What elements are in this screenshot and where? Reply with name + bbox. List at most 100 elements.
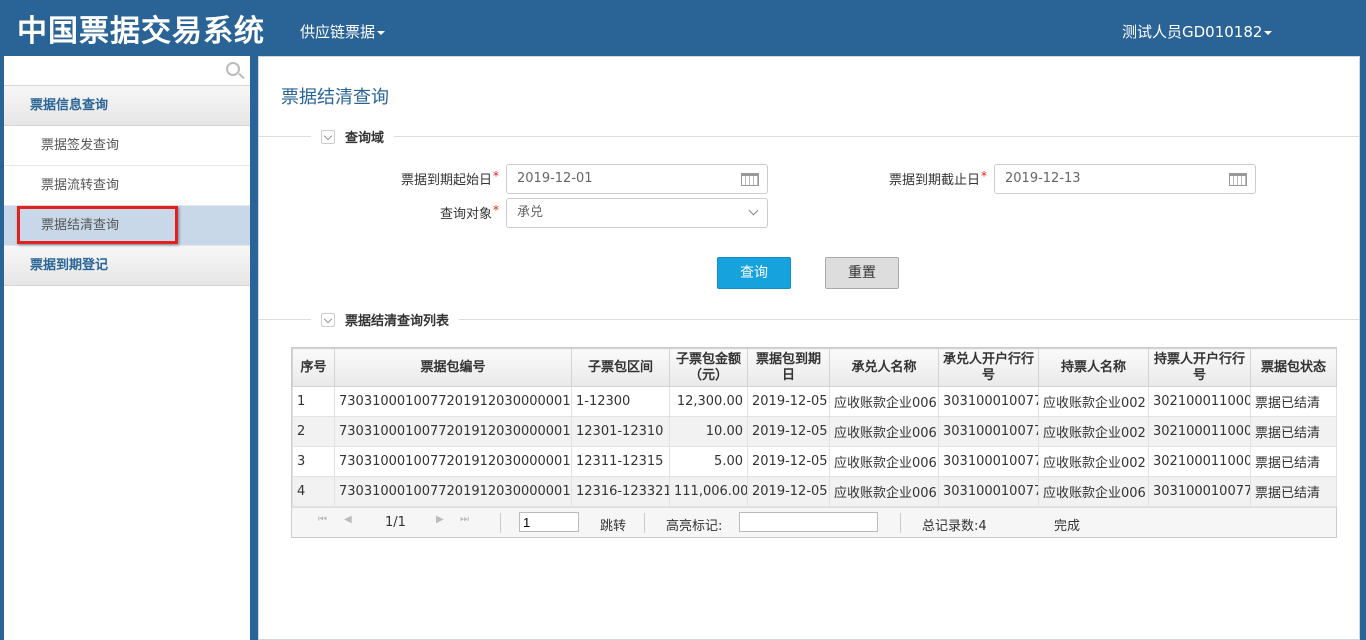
- table-cell: 302100011000: [1148, 446, 1251, 477]
- sidebar: 票据信息查询 票据签发查询 票据流转查询 票据结清查询 票据到期登记: [4, 56, 252, 640]
- start-date-field[interactable]: 2019-12-01: [506, 164, 768, 194]
- table-cell: 7303100010077201912030000001068: [334, 386, 572, 417]
- table-header-row: 序号 票据包编号 子票包区间 子票包金额（元） 票据包到期日 承兑人名称 承兑人…: [292, 348, 1337, 387]
- table-cell: 2: [292, 416, 335, 447]
- user-menu[interactable]: 测试人员GD010182: [1122, 21, 1273, 42]
- table-row[interactable]: 1 7303100010077201912030000001068 1-12300 1…: [292, 386, 1337, 417]
- result-table: 序号 票据包编号 子票包区间 子票包金额（元） 票据包到期日 承兑人名称 承兑人…: [292, 348, 1337, 507]
- table-cell: 7303100010077201912030000001068: [334, 476, 572, 507]
- calendar-icon[interactable]: [741, 173, 759, 186]
- sidebar-item-issue-query[interactable]: 票据签发查询: [4, 126, 250, 166]
- user-name: 测试人员GD010182: [1122, 23, 1263, 41]
- col-header[interactable]: 承兑人名称: [829, 348, 939, 387]
- table-cell: 303100010077: [938, 476, 1039, 507]
- table-cell: 2019-12-05: [747, 386, 830, 417]
- top-header: 中国票据交易系统 供应链票据 测试人员GD010182: [0, 0, 1366, 56]
- col-header[interactable]: 票据包编号: [334, 348, 572, 387]
- table-cell: 12311-12315: [571, 446, 670, 477]
- table-cell: 票据已结清: [1250, 416, 1337, 447]
- table-row[interactable]: 4 7303100010077201912030000001068 12316-12…: [292, 476, 1337, 507]
- table-cell: 应收账款企业002: [1038, 416, 1149, 447]
- query-button[interactable]: 查询: [717, 257, 791, 289]
- table-cell: 应收账款企业002: [1038, 386, 1149, 417]
- col-header[interactable]: 持票人名称: [1038, 348, 1149, 387]
- caret-down-icon: [377, 30, 386, 35]
- divider: [500, 513, 501, 533]
- highlight-input[interactable]: [739, 512, 878, 532]
- table-cell: 303100010077: [938, 386, 1039, 417]
- sidebar-search-input[interactable]: [4, 56, 250, 85]
- col-header[interactable]: 票据包到期日: [747, 348, 830, 387]
- app-title: 中国票据交易系统: [17, 14, 265, 49]
- col-header[interactable]: 子票包金额（元）: [669, 348, 748, 387]
- page-jump-input[interactable]: [519, 512, 579, 532]
- chevron-down-icon: [748, 205, 759, 216]
- jump-button[interactable]: 跳转: [600, 515, 626, 534]
- table-cell: 302100011000: [1148, 416, 1251, 447]
- highlight-label: 高亮标记:: [666, 519, 723, 534]
- list-section-header[interactable]: 票据结清查询列表: [311, 310, 460, 329]
- table-cell: 应收账款企业006: [829, 476, 939, 507]
- page-indicator: 1/1: [385, 515, 406, 530]
- start-date-value: 2019-12-01: [517, 171, 593, 186]
- sidebar-group-bill-info[interactable]: 票据信息查询: [4, 86, 250, 126]
- col-header[interactable]: 票据包状态: [1250, 348, 1337, 387]
- red-highlight-box: [17, 206, 178, 244]
- divider: [644, 513, 645, 533]
- chevron-down-icon: [321, 313, 335, 327]
- query-target-select[interactable]: 承兑: [506, 198, 768, 228]
- supply-chain-menu[interactable]: 供应链票据: [300, 21, 386, 42]
- table-cell: 应收账款企业006: [829, 446, 939, 477]
- table-cell: 1-12300: [571, 386, 670, 417]
- divider: [900, 513, 901, 533]
- sidebar-group-maturity-register[interactable]: 票据到期登记: [4, 246, 250, 286]
- sidebar-item-transfer-query[interactable]: 票据流转查询: [4, 166, 250, 206]
- table-cell: 应收账款企业006: [1038, 476, 1149, 507]
- table-cell: 7303100010077201912030000001068: [334, 416, 572, 447]
- caret-down-icon: [1264, 30, 1273, 35]
- next-page-icon[interactable]: ▶: [436, 515, 444, 525]
- sidebar-item-settle-query[interactable]: 票据结清查询: [4, 206, 250, 246]
- supply-chain-menu-label: 供应链票据: [300, 23, 376, 41]
- last-page-icon[interactable]: ⏭: [460, 515, 469, 525]
- col-header[interactable]: 承兑人开户行行号: [938, 348, 1039, 387]
- col-header[interactable]: 子票包区间: [571, 348, 670, 387]
- calendar-icon[interactable]: [1229, 173, 1247, 186]
- main-panel: 票据结清查询 查询域 票据到期起始日* 2019-12-01 票据到期截止日* …: [258, 56, 1360, 640]
- start-date-label: 票据到期起始日*: [379, 169, 499, 188]
- end-date-field[interactable]: 2019-12-13: [994, 164, 1256, 194]
- table-cell: 5.00: [669, 446, 748, 477]
- required-mark: *: [493, 203, 499, 217]
- table-cell: 1: [292, 386, 335, 417]
- first-page-icon[interactable]: ⏮: [318, 515, 327, 525]
- table-row[interactable]: 3 7303100010077201912030000001068 12311-12…: [292, 446, 1337, 477]
- list-section-label: 票据结清查询列表: [345, 314, 450, 329]
- query-target-value: 承兑: [517, 205, 544, 220]
- total-records: 总记录数:4: [922, 519, 987, 534]
- required-mark: *: [981, 169, 987, 183]
- table-cell: 票据已结清: [1250, 446, 1337, 477]
- reset-button[interactable]: 重置: [825, 257, 899, 289]
- status-text: 完成: [1054, 519, 1081, 534]
- col-header[interactable]: 序号: [292, 348, 335, 387]
- table-cell: 应收账款企业006: [829, 416, 939, 447]
- table-cell: 111,006.00: [669, 476, 748, 507]
- end-date-value: 2019-12-13: [1005, 171, 1081, 186]
- divider: [259, 136, 1359, 137]
- table-cell: 303100010077: [938, 416, 1039, 447]
- query-section-header[interactable]: 查询域: [311, 127, 395, 146]
- table-cell: 12301-12310: [571, 416, 670, 447]
- table-cell: 2019-12-05: [747, 476, 830, 507]
- search-icon[interactable]: [226, 62, 240, 76]
- required-mark: *: [493, 169, 499, 183]
- end-date-label-text: 票据到期截止日: [888, 173, 980, 188]
- table-cell: 2019-12-05: [747, 416, 830, 447]
- chevron-down-icon: [321, 130, 335, 144]
- table-cell: 2019-12-05: [747, 446, 830, 477]
- query-section-label: 查询域: [345, 131, 385, 146]
- table-row[interactable]: 2 7303100010077201912030000001068 12301-12…: [292, 416, 1337, 447]
- table-cell: 12,300.00: [669, 386, 748, 417]
- sidebar-search: [4, 56, 250, 86]
- prev-page-icon[interactable]: ◀: [344, 515, 352, 525]
- col-header[interactable]: 持票人开户行行号: [1148, 348, 1251, 387]
